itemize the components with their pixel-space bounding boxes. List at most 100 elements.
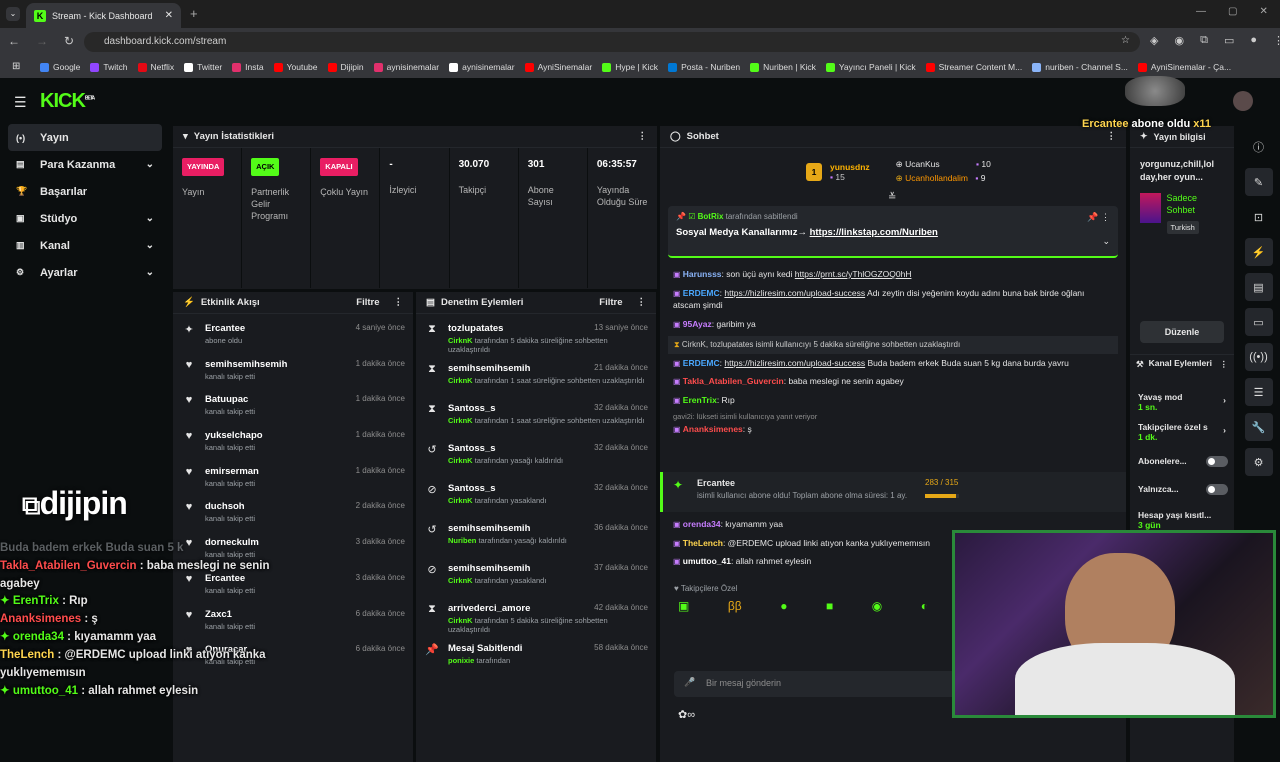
bolt-rail-icon[interactable]: ⚡ [1244,238,1273,266]
activity-user[interactable]: Ercantee [205,323,245,334]
bookmark-item[interactable]: Twitter [184,62,222,72]
bookmark-item[interactable]: Dijipin [327,62,364,72]
edit-pencil-icon[interactable]: ✎ [1244,168,1273,196]
chat-username[interactable]: Ananksimenes [683,424,743,434]
emote-icon[interactable]: ◉ [872,599,882,613]
activity-row[interactable]: ♥ Batuupac 1 dakika önce kanalı takip etti [173,388,413,424]
chat-link[interactable]: https://hizliresim.com/upload-success [724,288,865,298]
activity-row[interactable]: ♥ duchsoh 2 dakika önce kanalı takip etti [173,495,413,531]
reload-icon[interactable]: ↻ [64,34,74,48]
mod-actor[interactable]: CirknK [448,456,473,465]
mod-actor[interactable]: CirknK [448,376,473,385]
mod-row[interactable]: ⊘ semihsemihsemih 37 dakika önce CirknK tar… [416,557,656,597]
channel-actions-menu-icon[interactable]: ⋮ [1220,359,1229,372]
emote-icon[interactable]: ◐ [921,599,928,613]
bookmark-item[interactable]: Insta [232,62,264,72]
chat-menu-icon[interactable]: ⋮ [1107,131,1117,142]
chat-username[interactable]: Takla_Atabilen_Guvercin [683,376,784,386]
minimize-icon[interactable]: — [1196,6,1206,17]
account-age-row[interactable]: Hesap yaşı kısıtl... 3 gün [1138,510,1228,530]
emotes-only-toggle[interactable] [1206,484,1228,495]
gifter-1-name[interactable]: yunusdnz [830,162,870,172]
stats-menu-icon[interactable]: ⋮ [638,131,648,142]
pin-link[interactable]: https://linkstap.com/Nuriben [810,227,938,238]
chat-message[interactable]: ▣ ErenTrix: Rıp [660,394,1126,407]
browser-tab[interactable]: K Stream - Kick Dashboard ✕ [26,3,181,28]
activity-menu-icon[interactable]: ⋮ [394,297,404,308]
chat-username[interactable]: Harunsss [683,269,722,279]
bookmark-item[interactable]: aynisinemalar [373,62,439,72]
chat-message[interactable]: ▣ ERDEMC: https://hizliresim.com/upload-… [660,357,1126,370]
mod-actor[interactable]: CirknK [448,496,473,505]
mod-target[interactable]: Santoss_s [448,443,496,454]
activity-filter-button[interactable]: Filtre [356,297,379,308]
target-icon[interactable]: ⊡ [1245,203,1273,231]
edit-button[interactable]: Düzenle [1140,321,1224,343]
mod-actor[interactable]: Nuriben [448,536,476,545]
mod-row[interactable]: ⧗ arrivederci_amore 42 dakika önce CirknK t… [416,597,656,637]
mod-target[interactable]: semihsemihsemih [448,363,530,374]
user-avatar[interactable] [1233,91,1253,111]
slow-mode-row[interactable]: Yavaş mod 1 sn. › [1138,392,1228,412]
extension-icon-2[interactable]: ◉ [1174,34,1184,47]
chat-message[interactable]: ▣ ERDEMC: https://hizliresim.com/upload-… [660,287,1126,312]
mod-menu-icon[interactable]: ⋮ [637,297,647,308]
menu-dots-icon[interactable]: ⋮ [1273,34,1280,47]
chat-rail-icon[interactable]: ▭ [1244,308,1273,336]
expand-gifters-icon[interactable]: ≚ [888,192,896,203]
mod-row[interactable]: ↺ semihsemihsemih 36 dakika önce Nuriben ta… [416,517,656,557]
chat-link[interactable]: https://hizliresim.com/upload-success [724,358,865,368]
activity-user[interactable]: duchsoh [205,501,245,512]
kick-logo[interactable]: KICKBETA [40,90,95,113]
chat-username[interactable]: ERDEMC [683,288,720,298]
list-icon[interactable]: ☰ [1244,378,1273,406]
info-icon[interactable]: ⓘ [1245,133,1273,161]
activity-row[interactable]: ♥ yukselchapo 1 dakika önce kanalı takip et… [173,424,413,460]
gear-icon[interactable]: ⚙ [1244,448,1273,476]
emotes-only-row[interactable]: Yalnızca... [1138,484,1228,495]
bookmark-item[interactable]: aynisinemalar [449,62,515,72]
close-tab-icon[interactable]: ✕ [165,10,173,21]
forward-icon[interactable]: → [36,34,48,48]
mod-target[interactable]: arrivederci_amore [448,603,530,614]
sidebar-item-5[interactable]: ⚙ Ayarlar ⌄ [8,259,162,286]
chevron-down-icon[interactable]: ⌄ [146,267,154,278]
gifter-2-name[interactable]: UcanKus [905,159,940,169]
activity-user[interactable]: semihsemihsemih [205,359,287,370]
maximize-icon[interactable]: ▢ [1228,6,1237,17]
followers-only-row[interactable]: Takipçilere özel s1 dk. › [1138,422,1228,442]
chat-message[interactable]: ▣ 95Ayaz: garibim ya [660,318,1126,331]
unpin-icon[interactable]: 📌 ⋮ [1087,212,1110,223]
mod-filter-button[interactable]: Filtre [599,297,622,308]
chevron-down-icon[interactable]: ⌄ [146,159,154,170]
mod-target[interactable]: Santoss_s [448,403,496,414]
chat-username[interactable]: ERDEMC [683,358,720,368]
mod-actor[interactable]: CirknK [448,576,473,585]
close-window-icon[interactable]: ✕ [1259,6,1267,17]
sidebar-item-3[interactable]: ▣ Stüdyo ⌄ [8,205,162,232]
mod-actor[interactable]: CirknK [448,416,473,425]
chat-message[interactable]: ▣ Ananksimenes: ş [660,423,1126,436]
sidebar-item-2[interactable]: 🏆 Başarılar [8,178,162,205]
bookmark-item[interactable]: Streamer Content M... [925,62,1022,72]
mic-icon[interactable]: 🎤 [684,677,695,688]
mod-actor[interactable]: CirknK [448,616,473,625]
sidebar-item-0[interactable]: (•) Yayın [8,124,162,151]
emote-icon[interactable]: ■ [826,599,833,613]
bookmark-item[interactable]: Netflix [137,62,174,72]
mod-target[interactable]: Mesaj Sabitlendi [448,643,522,654]
document-icon[interactable]: ▤ [1244,273,1273,301]
extension-icon[interactable]: ◈ [1150,34,1158,47]
pin-user[interactable]: BotRix [698,212,724,221]
emote-icon[interactable]: ● [780,599,787,613]
chat-link[interactable]: https://prnt.sc/yThlOGZOQ0hH [795,269,912,279]
sidebar-icon[interactable]: ▭ [1224,34,1234,47]
sub-event-user[interactable]: Ercantee [697,478,735,488]
extensions-puzzle-icon[interactable]: ⧉ [1200,34,1208,47]
emote-picker-icon[interactable]: ✿∞ [678,708,695,721]
activity-row[interactable]: ♥ emirserman 1 dakika önce kanalı takip ett… [173,460,413,496]
activity-row[interactable]: ✦ Ercantee 4 saniye önce abone oldu [173,317,413,353]
bookmark-item[interactable]: AyniSinemalar [524,62,592,72]
activity-user[interactable]: Batuupac [205,394,248,405]
pin-expand-icon[interactable]: ⌄ [1102,236,1110,247]
